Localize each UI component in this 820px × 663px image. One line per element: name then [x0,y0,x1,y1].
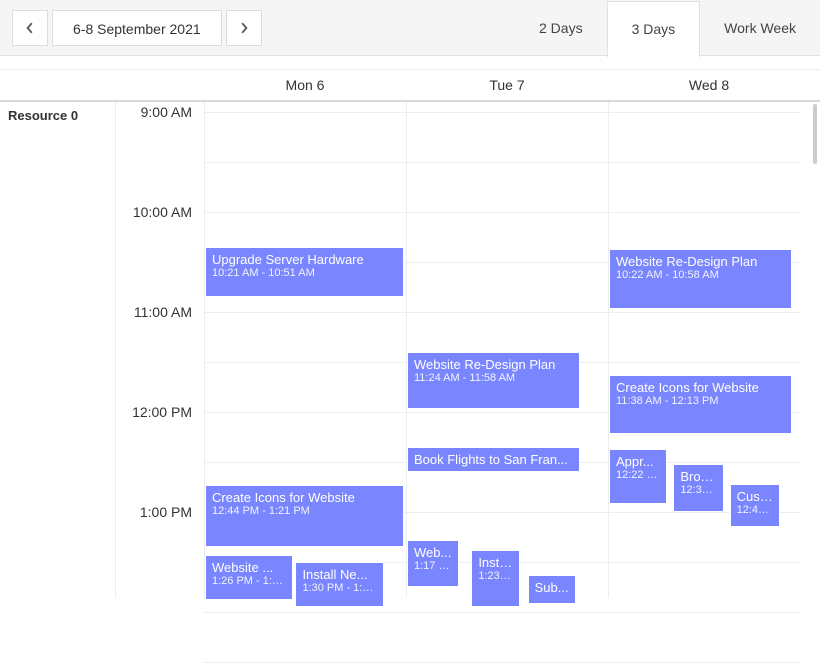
calendar-event[interactable]: Insta...1:23 PM - 1:57 ... [471,550,519,607]
chevron-left-icon [24,22,36,34]
event-title: Website ... [212,560,286,575]
event-title: Broc... [680,469,716,484]
vertical-scrollbar[interactable] [810,102,820,598]
time-ruler: 9:00 AM 10:00 AM 11:00 AM 12:00 PM 1:00 PM [116,102,204,598]
event-time: 1:23 PM - 1:57 ... [478,570,512,582]
chevron-right-icon [238,22,250,34]
event-time: 12:31 PM [680,484,716,496]
event-title: Insta... [478,555,512,570]
day-header-row: Mon 6 Tue 7 Wed 8 [0,70,820,102]
day-header[interactable]: Tue 7 [406,70,608,100]
view-tab-2-days[interactable]: 2 Days [515,0,607,56]
event-title: Create Icons for Website [616,380,785,395]
view-tab-work-week[interactable]: Work Week [700,0,820,56]
event-title: Website Re-Design Plan [616,254,785,269]
toolbar: 6-8 September 2021 2 Days3 DaysWork Week [0,0,820,56]
day-col-tue[interactable]: Website Re-Design Plan11:24 AM - 11:58 A… [406,102,608,598]
event-time: 1:17 PM - 1:45 ... [414,560,452,572]
event-time: 1:30 PM - 1:57 PM [302,582,376,594]
next-button[interactable] [226,10,262,46]
calendar-event[interactable]: Website Re-Design Plan10:22 AM - 10:58 A… [609,249,792,309]
calendar-event[interactable]: Book Flights to San Fran... [407,447,580,472]
date-range-display[interactable]: 6-8 September 2021 [52,10,222,46]
day-header[interactable]: Wed 8 [608,70,810,100]
scheduler-body: Resource 0 9:00 AM 10:00 AM 11:00 AM 12:00 … [0,102,820,598]
day-header[interactable]: Mon 6 [204,70,406,100]
event-time: 1:26 PM - 1:53 PM [212,575,286,587]
calendar-event[interactable]: Install Ne...1:30 PM - 1:57 PM [295,562,383,607]
time-label: 1:00 PM [140,504,192,520]
event-title: Appr... [616,454,660,469]
event-time: 12:22 PM - [616,469,660,481]
day-col-wed[interactable]: Website Re-Design Plan10:22 AM - 10:58 A… [608,102,810,598]
event-time: 12:44 PM - 1:21 PM [212,505,397,517]
calendar-event[interactable]: Create Icons for Website12:44 PM - 1:21 … [205,485,404,547]
event-time: 10:22 AM - 10:58 AM [616,269,785,281]
calendar-event[interactable]: Website Re-Design Plan11:24 AM - 11:58 A… [407,352,580,409]
view-tabs: 2 Days3 DaysWork Week [515,0,820,56]
event-time: 12:43 PM [737,504,773,516]
calendar-event[interactable]: Create Icons for Website11:38 AM - 12:13… [609,375,792,434]
view-tab-3-days[interactable]: 3 Days [607,1,701,57]
event-title: Website Re-Design Plan [414,357,573,372]
calendar-event[interactable]: Appr...12:22 PM - [609,449,667,504]
event-title: Cust... [737,489,773,504]
scrollbar-handle[interactable] [813,104,817,164]
resource-cell: Resource 0 [0,102,116,598]
time-label: 10:00 AM [133,204,192,220]
sub-toolbar [0,56,820,70]
calendar-event[interactable]: Upgrade Server Hardware10:21 AM - 10:51 … [205,247,404,297]
event-title: Install Ne... [302,567,376,582]
event-title: Upgrade Server Hardware [212,252,397,267]
calendar-event[interactable]: Cust...12:43 PM [730,484,780,527]
day-columns: Upgrade Server Hardware10:21 AM - 10:51 … [204,102,810,598]
event-title: Web... [414,545,452,560]
calendar-event[interactable]: Web...1:17 PM - 1:45 ... [407,540,459,587]
event-title: Sub... [535,580,569,595]
date-nav-group: 6-8 September 2021 [10,10,264,46]
event-time: 10:21 AM - 10:51 AM [212,267,397,279]
calendar-event[interactable]: Website ...1:26 PM - 1:53 PM [205,555,293,600]
prev-button[interactable] [12,10,48,46]
calendar-event[interactable]: Broc...12:31 PM [673,464,723,512]
event-title: Book Flights to San Fran... [414,452,573,467]
event-time: 11:38 AM - 12:13 PM [616,395,785,407]
time-label: 9:00 AM [141,104,192,120]
time-label: 11:00 AM [134,304,192,320]
time-label: 12:00 PM [132,404,192,420]
event-time: 11:24 AM - 11:58 AM [414,372,573,384]
day-col-mon[interactable]: Upgrade Server Hardware10:21 AM - 10:51 … [204,102,406,598]
event-title: Create Icons for Website [212,490,397,505]
